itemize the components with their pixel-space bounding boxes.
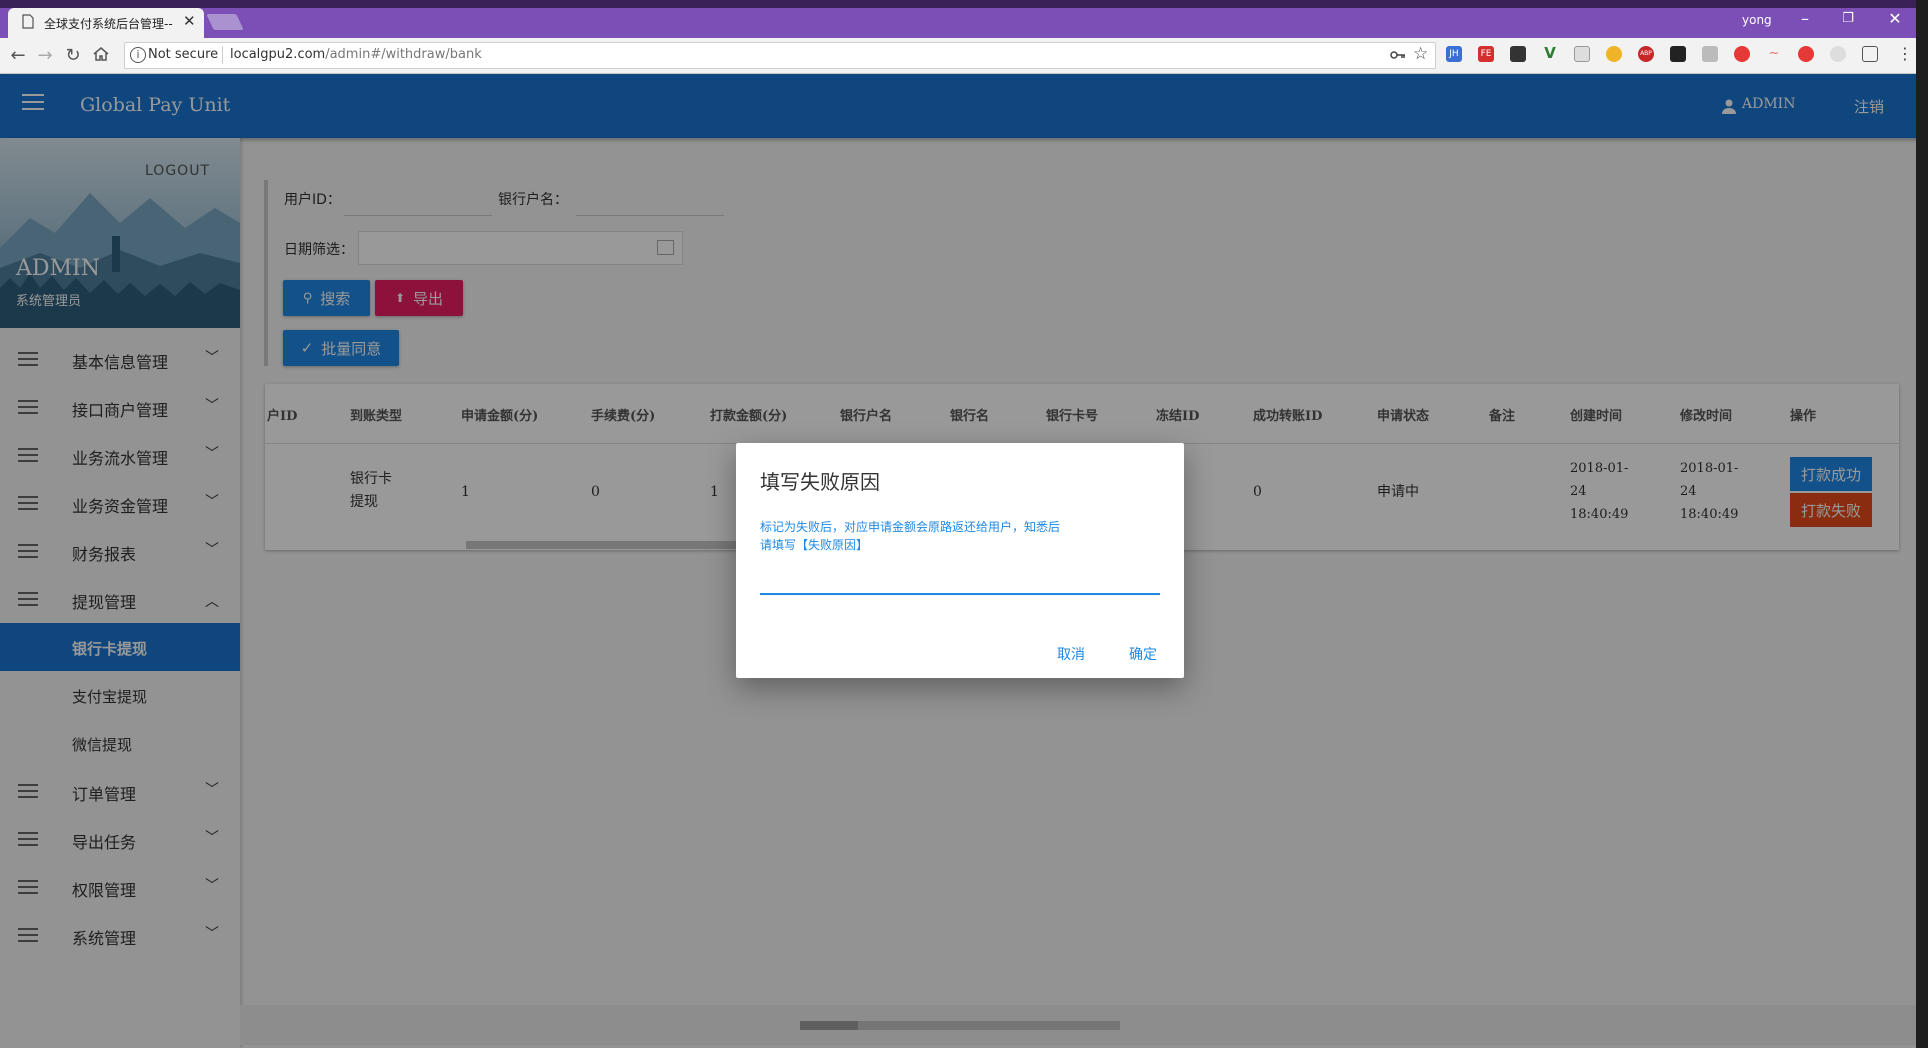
dialog-hint: 标记为失败后，对应申请金额会原路返还给用户，知悉后 请填写【失败原因】 — [760, 518, 1090, 554]
extension-icon-14[interactable] — [1862, 46, 1878, 62]
key-icon[interactable] — [1390, 49, 1406, 61]
close-window-icon[interactable]: ✕ — [1880, 9, 1910, 28]
extension-icon-9[interactable] — [1702, 46, 1718, 62]
page-icon — [22, 14, 34, 29]
forward-icon[interactable]: → — [34, 45, 56, 66]
tab-close-icon[interactable]: ✕ — [183, 12, 196, 30]
vue-devtools-icon[interactable]: V — [1542, 46, 1558, 62]
reload-icon[interactable]: ↻ — [62, 45, 84, 66]
browser-top-strip — [0, 0, 1928, 8]
url-text[interactable]: localgpu2.com/admin#/withdraw/bank — [230, 47, 482, 62]
browser-profile-name[interactable]: yong — [1742, 13, 1772, 27]
desktop-edge — [1916, 0, 1928, 1048]
confirm-button[interactable]: 确定 — [1129, 644, 1157, 664]
url-path: /admin#/withdraw/bank — [325, 47, 482, 62]
dialog-hint-line2: 请填写【失败原因】 — [760, 538, 869, 552]
extension-icon-5[interactable] — [1574, 46, 1590, 62]
info-icon[interactable]: i — [130, 47, 146, 63]
bookmark-star-icon[interactable]: ☆ — [1413, 44, 1428, 64]
extension-icon-3[interactable] — [1510, 46, 1526, 62]
dialog-title: 填写失败原因 — [760, 470, 880, 494]
extension-icon-13[interactable] — [1830, 46, 1846, 62]
fail-reason-input[interactable] — [760, 560, 1160, 595]
extension-icon-12[interactable] — [1798, 46, 1814, 62]
security-label: Not secure — [148, 47, 219, 62]
fe-extension-icon[interactable]: FE — [1478, 46, 1494, 62]
omnibox-divider — [222, 46, 223, 64]
back-icon[interactable]: ← — [7, 45, 29, 66]
jh-extension-icon[interactable]: JH — [1446, 46, 1462, 62]
extension-icon-11[interactable]: ~ — [1766, 46, 1782, 62]
extension-icon-8[interactable] — [1670, 46, 1686, 62]
browser-menu-icon[interactable]: ⋮ — [1897, 44, 1913, 63]
cookie-icon[interactable] — [1606, 46, 1622, 62]
home-icon[interactable] — [92, 46, 110, 62]
cancel-button[interactable]: 取消 — [1057, 644, 1085, 664]
dialog-hint-line1: 标记为失败后，对应申请金额会原路返还给用户，知悉后 — [760, 520, 1061, 534]
extension-icon-10[interactable] — [1734, 46, 1750, 62]
adblock-icon[interactable]: ABP — [1638, 46, 1654, 62]
url-host: localgpu2.com — [230, 47, 326, 62]
minimize-icon[interactable]: – — [1790, 9, 1820, 28]
restore-icon[interactable]: ❐ — [1833, 11, 1863, 26]
tab-title: 全球支付系统后台管理-- — [44, 17, 173, 31]
